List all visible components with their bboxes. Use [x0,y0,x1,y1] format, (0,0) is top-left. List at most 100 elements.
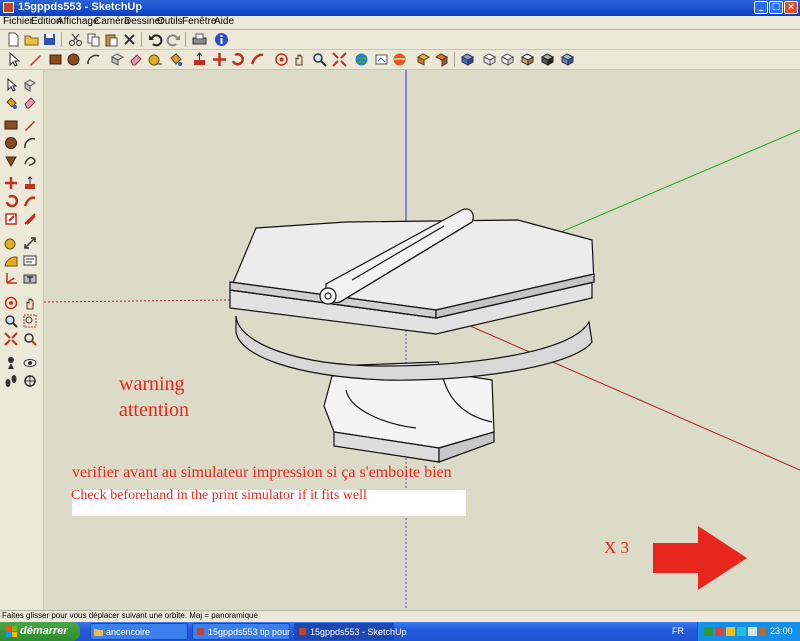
follow-me-icon[interactable] [250,52,265,67]
iso-view-icon[interactable] [460,52,475,67]
rectangle-tool-icon[interactable] [4,118,18,132]
look-around-tool-icon[interactable] [23,356,37,370]
cut-icon[interactable] [68,32,83,47]
freehand-tool-icon[interactable] [23,154,37,168]
menu-fenetre[interactable]: Fenêtre [182,16,216,27]
octagonal-box-model[interactable] [229,208,595,463]
left-tools-toolbar [0,70,44,610]
dimension-tool-icon[interactable] [23,236,37,250]
move-tool-icon[interactable] [4,176,18,190]
redo-icon[interactable] [166,32,181,47]
move-icon[interactable] [212,52,227,67]
open-folder-icon[interactable] [24,32,39,47]
textured-style-icon[interactable] [540,52,555,67]
share-model-icon[interactable] [374,52,389,67]
task-ancencoire[interactable]: ancencoire [90,623,188,640]
model-info-icon[interactable] [214,32,229,47]
3d-text-tool-icon[interactable] [23,272,37,286]
section-plane-tool-icon[interactable] [23,374,37,388]
line-tool-icon[interactable] [23,118,37,132]
make-component-tool-icon[interactable] [23,78,37,92]
components-icon[interactable] [416,52,431,67]
orbit-tool-icon[interactable] [4,296,18,310]
front-view-icon[interactable] [500,52,515,67]
arc-icon[interactable] [86,52,101,67]
language-indicator[interactable]: FR [672,626,684,636]
start-button[interactable]: démarrer [0,622,80,641]
paint-bucket-tool-icon[interactable] [4,96,18,110]
task-label: ancencoire [106,627,151,637]
minimize-button[interactable]: _ [754,1,768,14]
zoom-tool-icon[interactable] [4,314,18,328]
tape-measure-tool-icon[interactable] [4,236,18,250]
rectangle-icon[interactable] [48,52,63,67]
paint-bucket-icon[interactable] [168,52,183,67]
drawing-viewport[interactable]: warning attention verifier avant au simu… [44,70,800,610]
arc-tool-icon[interactable] [23,136,37,150]
clock[interactable]: 23:00 [770,626,793,636]
google-earth-icon[interactable] [392,52,407,67]
copy-icon[interactable] [86,32,101,47]
tape-measure-icon[interactable] [148,52,163,67]
sketchup-icon [299,628,306,635]
circle-tool-icon[interactable] [4,136,18,150]
menu-fichier[interactable]: Fichier [3,16,33,27]
offset-tool-icon[interactable] [23,212,37,226]
erase-icon[interactable] [122,32,137,47]
maximize-button[interactable]: □ [769,1,783,14]
scale-tool-icon[interactable] [4,212,18,226]
materials-icon[interactable] [434,52,449,67]
task-label: 15gppds553 tip pour ... [208,627,301,637]
task-tip-window[interactable]: 15gppds553 tip pour ... [192,623,300,640]
close-button[interactable]: × [784,1,798,14]
push-pull-tool-icon[interactable] [23,176,37,190]
monochrome-style-icon[interactable] [560,52,575,67]
shaded-style-icon[interactable] [520,52,535,67]
task-label: 15gppds553 - SketchUp [310,627,407,637]
menu-affichage[interactable]: Affichage [57,16,99,27]
eraser-icon[interactable] [128,52,143,67]
position-camera-tool-icon[interactable] [4,356,18,370]
undo-icon[interactable] [148,32,163,47]
select-arrow-icon[interactable] [6,52,21,67]
text-tool-icon[interactable] [23,254,37,268]
rotate-icon[interactable] [230,52,245,67]
axes-tool-icon[interactable] [4,272,18,286]
pan-tool-icon[interactable] [23,296,37,310]
walk-tool-icon[interactable] [4,374,18,388]
task-sketchup[interactable]: 15gppds553 - SketchUp [294,623,407,640]
make-component-icon[interactable] [110,52,125,67]
pencil-line-icon[interactable] [28,52,43,67]
previous-view-tool-icon[interactable] [23,332,37,346]
rotate-tool-icon[interactable] [4,194,18,208]
menu-outils[interactable]: Outils [157,16,183,27]
pan-hand-icon[interactable] [292,52,307,67]
print-icon[interactable] [192,32,207,47]
sketchup-app-icon[interactable] [3,2,14,13]
toolbar-separator [454,52,455,67]
title-bar[interactable]: 15gppds553 - SketchUp _ □ × [0,0,800,16]
attention-label: attention [119,399,189,421]
zoom-extents-icon[interactable] [332,52,347,67]
paste-icon[interactable] [104,32,119,47]
push-pull-icon[interactable] [192,52,207,67]
menu-aide[interactable]: Aide [214,16,234,27]
note-english: Check beforehand in the print simulator … [71,488,367,503]
get-models-icon[interactable] [354,52,369,67]
zoom-window-tool-icon[interactable] [23,314,37,328]
select-tool-icon[interactable] [4,78,18,92]
zoom-icon[interactable] [312,52,327,67]
zoom-extents-tool-icon[interactable] [4,332,18,346]
protractor-tool-icon[interactable] [4,254,18,268]
new-file-icon[interactable] [6,32,21,47]
tools-toolbar [0,50,800,70]
follow-me-tool-icon[interactable] [23,194,37,208]
polygon-tool-icon[interactable] [4,154,18,168]
eraser-tool-icon[interactable] [23,96,37,110]
sketchup-icon [197,628,204,635]
orbit-icon[interactable] [274,52,289,67]
tray-icons[interactable] [704,626,766,637]
circle-icon[interactable] [66,52,81,67]
save-icon[interactable] [42,32,57,47]
top-view-icon[interactable] [482,52,497,67]
